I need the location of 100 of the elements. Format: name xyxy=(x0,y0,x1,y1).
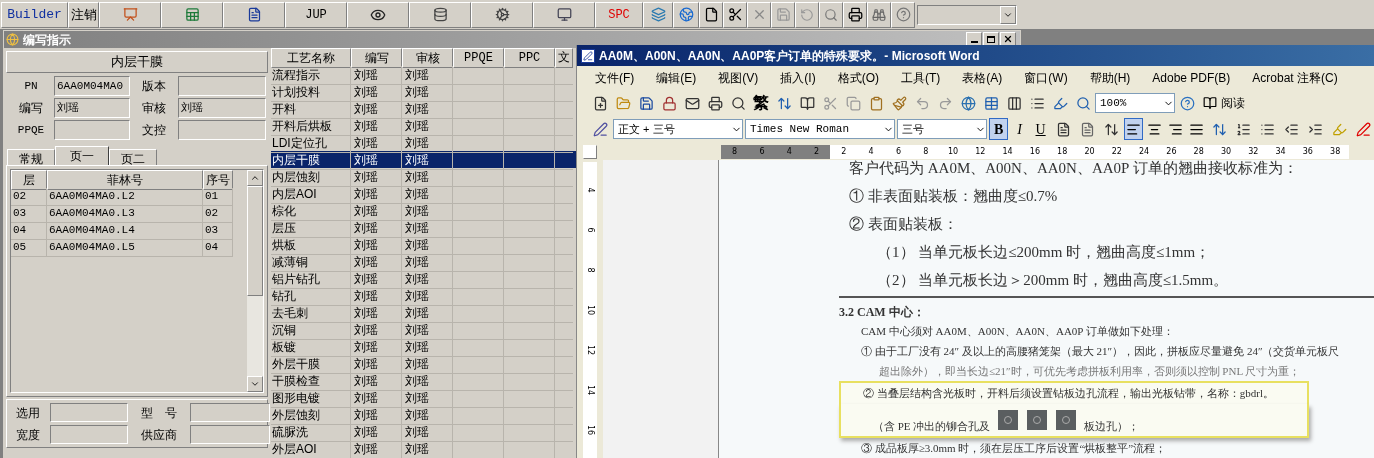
process-row[interactable]: 干膜检查 刘瑶 刘瑶 xyxy=(271,372,576,389)
column-header[interactable]: 审核 xyxy=(402,48,453,68)
italic-button[interactable]: I xyxy=(1010,118,1030,140)
column-header[interactable]: PPQE xyxy=(453,48,504,68)
save-icon[interactable] xyxy=(771,1,795,28)
font-dropdown[interactable]: Times New Roman xyxy=(745,119,895,139)
print-icon[interactable] xyxy=(843,1,867,28)
menu-item[interactable]: 工具(T) xyxy=(901,69,941,87)
undo-icon[interactable] xyxy=(795,1,819,28)
bold-button[interactable]: B xyxy=(989,118,1009,140)
style-dropdown[interactable]: 正文 + 三号 xyxy=(613,119,743,139)
window-title: AA0M、A00N、AA0N、AA0P客户订单的特殊要求。- Microsoft Word xyxy=(599,47,980,65)
process-row[interactable]: 开料 刘瑶 刘瑶 xyxy=(271,100,576,117)
table-cell: 刘瑶 xyxy=(402,151,453,170)
font-size-dropdown[interactable]: 三号 xyxy=(897,119,987,139)
input-field[interactable] xyxy=(50,425,128,444)
close-icon[interactable] xyxy=(1000,32,1016,46)
process-row[interactable]: 硫脲洗 刘瑶 刘瑶 xyxy=(271,423,576,440)
gears-icon[interactable] xyxy=(471,1,533,28)
input-field[interactable] xyxy=(190,403,270,422)
reading-button[interactable]: 阅读 xyxy=(1199,94,1249,112)
input-field[interactable] xyxy=(178,120,266,140)
builder-button[interactable]: Builder xyxy=(1,1,68,28)
process-row[interactable]: 计划投料 刘瑶 刘瑶 xyxy=(271,83,576,100)
process-row[interactable]: 图形电镀 刘瑶 刘瑶 xyxy=(271,389,576,406)
scroll-thumb[interactable] xyxy=(247,186,263,296)
document-text: （2） 当单元板长边＞200mm 时，翘曲高度≤1.5mm。 xyxy=(877,271,1229,289)
tab[interactable]: 页一 xyxy=(55,146,109,165)
menu-item[interactable]: 插入(I) xyxy=(780,69,816,87)
column-header[interactable]: 文 xyxy=(555,48,573,68)
table-cell: 计划投料 xyxy=(271,83,351,102)
scrollbar[interactable] xyxy=(247,170,263,392)
menu-item[interactable]: 格式(O) xyxy=(837,69,879,87)
scroll-down-icon[interactable] xyxy=(247,376,263,392)
browser-icon[interactable] xyxy=(673,1,699,28)
menu-item[interactable]: 窗口(W) xyxy=(1024,69,1068,87)
process-row[interactable]: 减薄铜 刘瑶 刘瑶 xyxy=(271,253,576,270)
input-field[interactable]: 刘瑶 xyxy=(178,98,266,118)
jup-button[interactable]: JUP xyxy=(285,1,347,28)
input-field[interactable] xyxy=(50,403,128,422)
process-row[interactable]: 板镀 刘瑶 刘瑶 xyxy=(271,338,576,355)
spreadsheet-icon[interactable] xyxy=(161,1,223,28)
menu-item[interactable]: Acrobat 注释(C) xyxy=(1252,69,1338,87)
document-icon[interactable] xyxy=(223,1,285,28)
layers-icon[interactable] xyxy=(643,1,673,28)
process-row[interactable]: 钻孔 刘瑶 刘瑶 xyxy=(271,287,576,304)
zoom-dropdown[interactable]: 100% xyxy=(1095,93,1175,113)
column-header[interactable]: 工艺名称 xyxy=(271,48,351,68)
computer-icon[interactable] xyxy=(533,1,595,28)
process-row[interactable]: 外层蚀刻 刘瑶 刘瑶 xyxy=(271,406,576,423)
cut-icon[interactable] xyxy=(723,1,747,28)
process-row[interactable]: 流程指示 刘瑶 刘瑶 xyxy=(271,66,576,83)
eye-icon[interactable] xyxy=(347,1,409,28)
tab[interactable]: 常规 xyxy=(7,149,55,165)
menu-item[interactable]: Adobe PDF(B) xyxy=(1152,69,1231,87)
logout-button[interactable]: 注销 xyxy=(68,1,99,28)
column-header[interactable]: PPC xyxy=(504,48,555,68)
process-row[interactable]: 开料后烘板 刘瑶 刘瑶 xyxy=(271,117,576,134)
process-row[interactable]: 内层干膜 刘瑶 刘瑶 xyxy=(271,151,576,168)
traditional-chinese-button[interactable]: 繁 xyxy=(750,91,772,115)
process-row[interactable]: 棕化 刘瑶 刘瑶 xyxy=(271,202,576,219)
process-row[interactable]: 内层蚀刻 刘瑶 刘瑶 xyxy=(271,168,576,185)
document-text: （1） 当单元板长边≤200mm 时，翘曲高度≤1mm； xyxy=(877,243,1211,261)
minimize-icon[interactable] xyxy=(966,32,982,46)
process-row[interactable]: 内层AOI 刘瑶 刘瑶 xyxy=(271,185,576,202)
column-header[interactable]: 编写 xyxy=(351,48,402,68)
table-cell: 01 xyxy=(203,188,233,206)
menu-item[interactable]: 表格(A) xyxy=(962,69,1003,87)
menu-item[interactable]: 帮助(H) xyxy=(1089,69,1131,87)
column-header[interactable]: 序号 xyxy=(203,170,233,190)
tab-stop-selector[interactable] xyxy=(583,145,597,159)
underline-button[interactable]: U xyxy=(1031,118,1051,140)
menu-item[interactable]: 视图(V) xyxy=(718,69,759,87)
maximize-icon[interactable] xyxy=(983,32,999,46)
process-row[interactable]: 烘板 刘瑶 刘瑶 xyxy=(271,236,576,253)
scroll-up-icon[interactable] xyxy=(247,170,263,186)
menu-item[interactable]: 编辑(E) xyxy=(656,69,697,87)
process-row[interactable]: 层压 刘瑶 刘瑶 xyxy=(271,219,576,236)
menu-item[interactable]: 文件(F) xyxy=(595,69,635,87)
process-row[interactable]: 外层干膜 刘瑶 刘瑶 xyxy=(271,355,576,372)
process-row[interactable]: 外层AOI 刘瑶 刘瑶 xyxy=(271,440,576,457)
binoculars-icon[interactable] xyxy=(867,1,891,28)
process-row[interactable]: 沉铜 刘瑶 刘瑶 xyxy=(271,321,576,338)
help-icon[interactable] xyxy=(891,1,915,28)
input-field[interactable] xyxy=(190,425,270,444)
new-file-icon[interactable] xyxy=(699,1,723,28)
database-icon[interactable] xyxy=(409,1,471,28)
slides-icon[interactable] xyxy=(99,1,161,28)
process-row[interactable]: 去毛刺 刘瑶 刘瑶 xyxy=(271,304,576,321)
input-field[interactable] xyxy=(54,120,130,140)
input-field[interactable]: 刘瑶 xyxy=(54,98,130,118)
toolbar-dropdown[interactable] xyxy=(917,4,1017,25)
process-row[interactable]: 铝片钻孔 刘瑶 刘瑶 xyxy=(271,270,576,287)
input-field[interactable]: 6AA0M04MA0 xyxy=(54,76,130,96)
align-left-icon[interactable] xyxy=(1124,118,1144,140)
tab[interactable]: 页二 xyxy=(109,149,157,165)
input-field[interactable] xyxy=(178,76,266,96)
column-header[interactable]: 菲林号 xyxy=(47,170,203,190)
column-header[interactable]: 层 xyxy=(11,170,47,190)
book-icon[interactable] xyxy=(1203,96,1217,110)
